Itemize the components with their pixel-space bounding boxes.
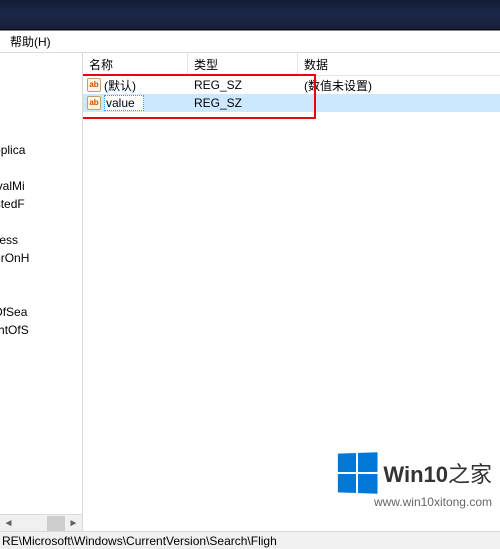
list-row[interactable]: ab (默认) REG_SZ (数值未设置): [83, 76, 500, 94]
scroll-right-icon[interactable]: ►: [65, 515, 82, 532]
list-rows: ab (默认) REG_SZ (数值未设置) ab value REG_SZ: [83, 76, 500, 112]
tree-pane[interactable]: unchApplica chIntervalMi SuggestedF rCol…: [0, 53, 83, 531]
menu-help[interactable]: 帮助(H): [4, 31, 57, 52]
list-pane[interactable]: 名称 类型 数据 ab (默认) REG_SZ (数值未设置) ab value: [83, 53, 500, 531]
desktop-background: [0, 0, 500, 30]
string-value-icon: ab: [87, 78, 101, 92]
list-header: 名称 类型 数据: [83, 53, 500, 76]
tree-item[interactable]: p: [0, 267, 29, 285]
column-header-data[interactable]: 数据: [298, 53, 500, 75]
scroll-thumb[interactable]: [47, 516, 65, 531]
value-type: REG_SZ: [188, 78, 298, 92]
menubar: 帮助(H): [0, 31, 500, 53]
value-type: REG_SZ: [188, 96, 298, 110]
tree-item[interactable]: chIntervalMi: [0, 177, 29, 195]
tree-item[interactable]: rColor: [0, 213, 29, 231]
scroll-left-icon[interactable]: ◄: [0, 515, 17, 532]
statusbar: RE\Microsoft\Windows\CurrentVersion\Sear…: [0, 531, 500, 549]
tree-scrollbar-horizontal[interactable]: ◄ ►: [0, 514, 82, 531]
tree-items: unchApplica chIntervalMi SuggestedF rCol…: [0, 141, 29, 357]
list-row[interactable]: ab value REG_SZ: [83, 94, 500, 112]
tree-item[interactable]: nPointerOnH: [0, 249, 29, 267]
content-area: unchApplica chIntervalMi SuggestedF rCol…: [0, 53, 500, 531]
tree-item[interactable]: rThickness: [0, 231, 29, 249]
tree-item[interactable]: ttonRightOfS: [0, 321, 29, 339]
regedit-window: 帮助(H) unchApplica chIntervalMi Suggested…: [0, 30, 500, 549]
tree-item[interactable]: SuggestedF: [0, 195, 29, 213]
value-name-edit[interactable]: value: [104, 95, 144, 111]
column-header-name[interactable]: 名称: [83, 53, 188, 75]
tree-item[interactable]: k: [0, 339, 29, 357]
column-header-type[interactable]: 类型: [188, 53, 298, 75]
statusbar-path: RE\Microsoft\Windows\CurrentVersion\Sear…: [2, 534, 277, 548]
tree-item[interactable]: unchApplica: [0, 141, 29, 159]
tree-item[interactable]: phLeftOfSea: [0, 303, 29, 321]
value-name: (默认): [104, 77, 136, 94]
string-value-icon: ab: [87, 96, 101, 110]
tree-item[interactable]: [0, 159, 29, 177]
value-data: (数值未设置): [298, 77, 500, 94]
tree-item[interactable]: Edit: [0, 285, 29, 303]
